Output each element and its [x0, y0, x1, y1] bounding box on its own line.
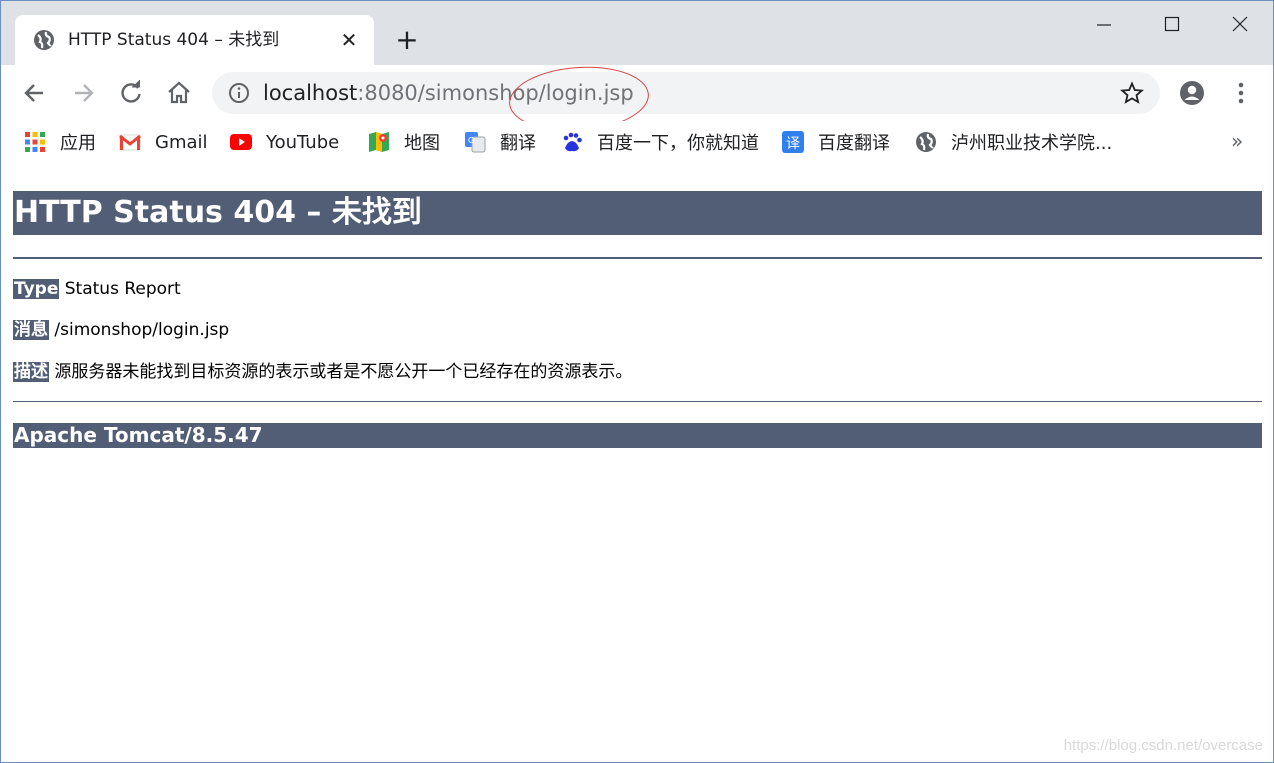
- bookmark-label: 应用: [60, 133, 96, 154]
- maps-icon: [368, 131, 390, 153]
- star-icon[interactable]: [1120, 81, 1144, 105]
- arrow-left-icon[interactable]: [21, 79, 49, 107]
- description-label: 描述: [13, 362, 49, 382]
- message-value: /simonshop/login.jsp: [54, 320, 230, 340]
- plus-icon[interactable]: +: [393, 26, 421, 55]
- divider: [13, 401, 1262, 402]
- svg-text:G: G: [468, 136, 474, 145]
- type-row: Type Status Report: [13, 278, 181, 300]
- gmail-icon: [119, 131, 141, 153]
- arrow-right-icon[interactable]: [69, 79, 97, 107]
- info-icon[interactable]: [228, 82, 250, 104]
- watermark: https://blog.csdn.net/overcase: [1063, 737, 1263, 754]
- tab-title: HTTP Status 404 – 未找到: [68, 30, 280, 50]
- bookmark-maps[interactable]: 地图: [368, 130, 440, 154]
- minimize-icon[interactable]: [1069, 1, 1137, 47]
- bookmark-school[interactable]: 泸州职业技术学院...: [915, 130, 1112, 154]
- globe-icon: [33, 29, 55, 51]
- window-controls: [1069, 1, 1273, 49]
- page-content: HTTP Status 404 – 未找到 Type Status Report…: [13, 191, 1262, 448]
- bookmark-baidu-translate[interactable]: 译 百度翻译: [782, 130, 890, 154]
- bookmark-apps[interactable]: 应用: [24, 130, 96, 154]
- translate-icon: G: [464, 131, 486, 153]
- url-host: localhost: [263, 81, 358, 105]
- youtube-icon: [230, 131, 252, 153]
- close-window-icon[interactable]: [1205, 1, 1273, 47]
- bookmark-youtube[interactable]: YouTube: [230, 130, 339, 154]
- message-row: 消息 /simonshop/login.jsp: [13, 319, 229, 341]
- page-title: HTTP Status 404 – 未找到: [13, 191, 1262, 235]
- server-footer: Apache Tomcat/8.5.47: [13, 423, 1262, 448]
- bookmark-label: 百度一下，你就知道: [597, 133, 759, 154]
- bookmarks-overflow-button[interactable]: »: [1231, 129, 1243, 153]
- tab-active[interactable]: HTTP Status 404 – 未找到 ✕: [15, 15, 374, 65]
- message-label: 消息: [13, 320, 49, 340]
- type-label: Type: [13, 279, 60, 299]
- baidu-translate-icon: 译: [782, 131, 804, 153]
- globe-icon: [915, 131, 937, 153]
- home-icon[interactable]: [165, 79, 193, 107]
- bookmark-label: YouTube: [266, 131, 340, 153]
- type-value: Status Report: [64, 279, 181, 299]
- browser-window: HTTP Status 404 – 未找到 ✕ + localhost:8080…: [0, 0, 1274, 763]
- reload-icon[interactable]: [117, 79, 145, 107]
- bookmark-baidu[interactable]: 百度一下，你就知道: [561, 130, 759, 154]
- divider: [13, 257, 1262, 259]
- baidu-icon: [561, 131, 583, 153]
- maximize-icon[interactable]: [1137, 1, 1205, 47]
- bookmark-label: 百度翻译: [818, 133, 890, 154]
- bookmark-label: Gmail: [155, 131, 208, 153]
- kebab-menu-icon[interactable]: [1227, 79, 1255, 107]
- bookmark-label: 地图: [404, 133, 440, 154]
- description-row: 描述 源服务器未能找到目标资源的表示或者是不愿公开一个已经存在的资源表示。: [13, 361, 632, 383]
- tab-strip: HTTP Status 404 – 未找到 ✕ +: [1, 1, 1273, 65]
- svg-text:译: 译: [786, 136, 800, 152]
- bookmark-label: 翻译: [500, 133, 536, 154]
- close-icon[interactable]: ✕: [337, 28, 361, 52]
- bookmark-label: 泸州职业技术学院...: [951, 133, 1113, 154]
- address-bar[interactable]: localhost:8080/simonshop/login.jsp: [212, 72, 1160, 114]
- bookmarks-bar: 应用 Gmail YouTube 地图 G 翻译 百度一下，你就知道 译 百度翻…: [1, 121, 1273, 163]
- description-value: 源服务器未能找到目标资源的表示或者是不愿公开一个已经存在的资源表示。: [54, 362, 633, 382]
- account-icon[interactable]: [1178, 79, 1206, 107]
- apps-grid-icon: [24, 131, 46, 153]
- bookmark-translate[interactable]: G 翻译: [464, 130, 536, 154]
- bookmark-gmail[interactable]: Gmail: [119, 130, 208, 154]
